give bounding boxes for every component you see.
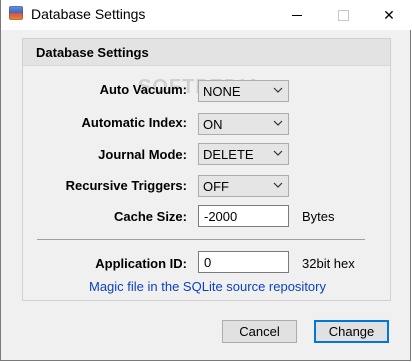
change-button[interactable]: Change (314, 320, 389, 343)
recursive-triggers-label: Recursive Triggers: (65, 178, 187, 193)
application-id-input[interactable] (199, 252, 288, 272)
automatic-index-select[interactable]: ON (198, 113, 289, 135)
application-id-unit: 32bit hex (302, 256, 355, 271)
application-id-label: Application ID: (95, 256, 187, 271)
journal-mode-label: Journal Mode: (98, 147, 187, 162)
application-id-field[interactable] (198, 251, 289, 273)
auto-vacuum-label: Auto Vacuum: (99, 82, 187, 97)
cache-size-label: Cache Size: (114, 209, 187, 224)
maximize-icon (337, 9, 349, 21)
database-app-icon (9, 6, 23, 20)
minimize-button[interactable] (274, 0, 320, 30)
separator (37, 239, 365, 240)
automatic-index-label: Automatic Index: (81, 115, 187, 130)
chevron-down-icon (273, 150, 283, 156)
close-icon: ✕ (383, 6, 395, 23)
journal-mode-select[interactable]: DELETE (198, 143, 289, 165)
chevron-down-icon (273, 87, 283, 93)
chevron-down-icon (273, 182, 283, 188)
recursive-triggers-select[interactable]: OFF (198, 175, 289, 197)
auto-vacuum-value: NONE (203, 84, 241, 99)
recursive-triggers-value: OFF (203, 179, 229, 194)
close-button[interactable]: ✕ (366, 0, 412, 30)
group-title: Database Settings (36, 45, 149, 60)
cache-size-input[interactable] (199, 206, 288, 226)
journal-mode-value: DELETE (203, 147, 254, 162)
dialog-window: Database Settings ✕ Database Settings SO… (0, 0, 412, 361)
group-header: Database Settings (23, 39, 390, 66)
cancel-button[interactable]: Cancel (222, 320, 297, 343)
cache-size-field[interactable] (198, 205, 289, 227)
auto-vacuum-select[interactable]: NONE (198, 80, 289, 102)
minimize-icon (292, 15, 302, 16)
maximize-button (320, 0, 366, 30)
magic-file-link[interactable]: Magic file in the SQLite source reposito… (89, 279, 326, 294)
window-title: Database Settings (31, 6, 146, 22)
title-bar[interactable]: Database Settings ✕ (1, 0, 412, 30)
automatic-index-value: ON (203, 117, 223, 132)
cache-size-unit: Bytes (302, 209, 335, 224)
chevron-down-icon (273, 120, 283, 126)
